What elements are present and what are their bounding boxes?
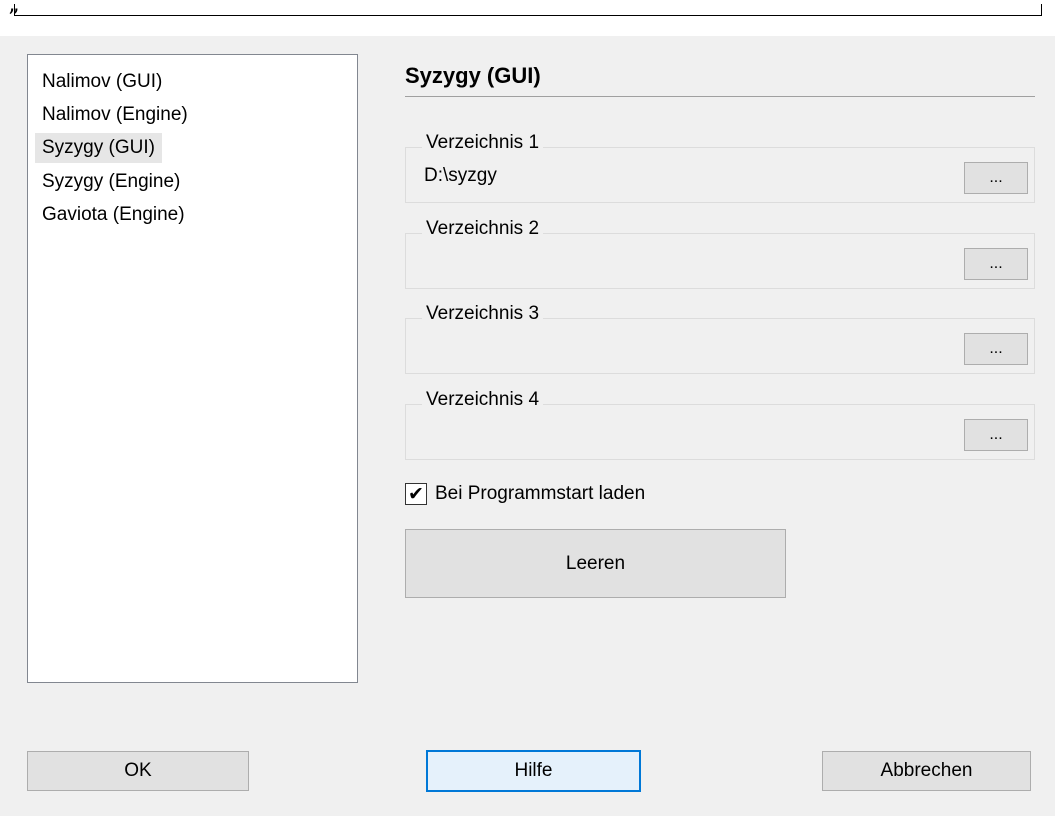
directory-label-3: Verzeichnis 3 xyxy=(422,303,544,325)
top-divider xyxy=(14,15,1042,16)
directory-label-4: Verzeichnis 4 xyxy=(422,389,544,411)
directory-path-1: D:\syzgy xyxy=(424,165,497,186)
load-on-startup-option[interactable]: ✔ Bei Programmstart laden xyxy=(405,481,645,507)
directory-label-1: Verzeichnis 1 xyxy=(422,132,544,154)
cancel-button[interactable]: Abbrechen xyxy=(822,751,1031,791)
list-item-syzygy-gui[interactable]: Syzygy (GUI) xyxy=(35,133,162,163)
load-on-startup-label[interactable]: Bei Programmstart laden xyxy=(435,483,645,505)
directory-group-3: Verzeichnis 3 ... xyxy=(405,303,1035,374)
list-item-nalimov-engine[interactable]: Nalimov (Engine) xyxy=(35,100,195,130)
section-title: Syzygy (GUI) xyxy=(405,63,541,88)
browse-button-4[interactable]: ... xyxy=(964,419,1028,451)
section-divider xyxy=(405,96,1035,97)
list-item-syzygy-engine[interactable]: Syzygy (Engine) xyxy=(35,167,187,197)
browse-button-1[interactable]: ... xyxy=(964,162,1028,194)
ok-button[interactable]: OK xyxy=(27,751,249,791)
browse-button-2[interactable]: ... xyxy=(964,248,1028,280)
directory-label-2: Verzeichnis 2 xyxy=(422,218,544,240)
top-strip: ” xyxy=(0,0,1055,36)
top-divider-tick-right xyxy=(1041,4,1042,16)
tablebase-settings-dialog: Nalimov (GUI) Nalimov (Engine) Syzygy (G… xyxy=(0,36,1055,816)
help-button[interactable]: Hilfe xyxy=(426,750,641,792)
tablebase-listbox[interactable]: Nalimov (GUI) Nalimov (Engine) Syzygy (G… xyxy=(27,54,358,683)
directory-group-1: Verzeichnis 1 D:\syzgy ... xyxy=(405,132,1035,203)
load-on-startup-checkbox[interactable]: ✔ xyxy=(405,483,427,505)
directory-group-4: Verzeichnis 4 ... xyxy=(405,389,1035,460)
browse-button-3[interactable]: ... xyxy=(964,333,1028,365)
directory-group-2: Verzeichnis 2 ... xyxy=(405,218,1035,289)
checkmark-icon: ✔ xyxy=(408,483,424,505)
list-item-nalimov-gui[interactable]: Nalimov (GUI) xyxy=(35,67,169,97)
clear-button[interactable]: Leeren xyxy=(405,529,786,598)
list-item-gaviota-engine[interactable]: Gaviota (Engine) xyxy=(35,200,192,230)
